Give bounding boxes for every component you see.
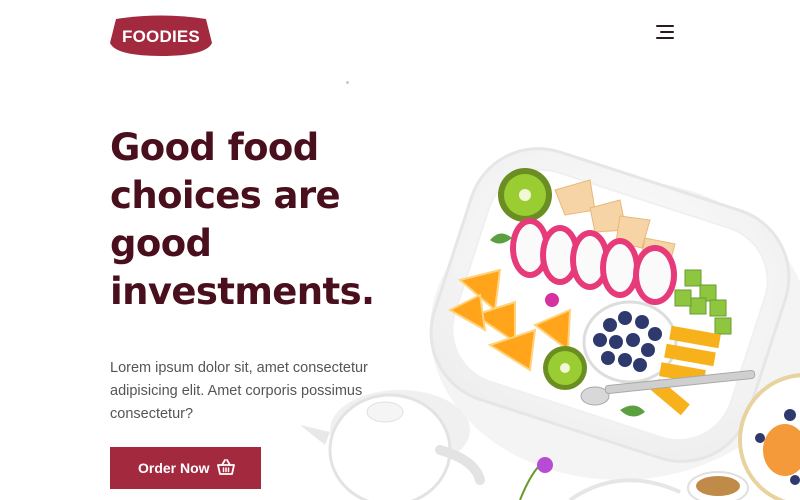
basket-icon: [217, 459, 235, 475]
kiwi-slice: [543, 346, 587, 390]
order-now-button[interactable]: Order Now: [110, 447, 261, 489]
site-header: FOODIES: [0, 0, 800, 80]
decorative-dot: [346, 81, 349, 84]
teapot: [300, 390, 485, 500]
hamburger-menu-icon[interactable]: [656, 24, 678, 40]
order-now-label: Order Now: [138, 460, 210, 476]
fruit-plate-illustration: [300, 147, 800, 500]
kiwi-slice: [498, 168, 552, 222]
logo-text: FOODIES: [122, 27, 200, 46]
brand-logo[interactable]: FOODIES: [110, 15, 212, 57]
coffee-cup: [687, 471, 749, 500]
